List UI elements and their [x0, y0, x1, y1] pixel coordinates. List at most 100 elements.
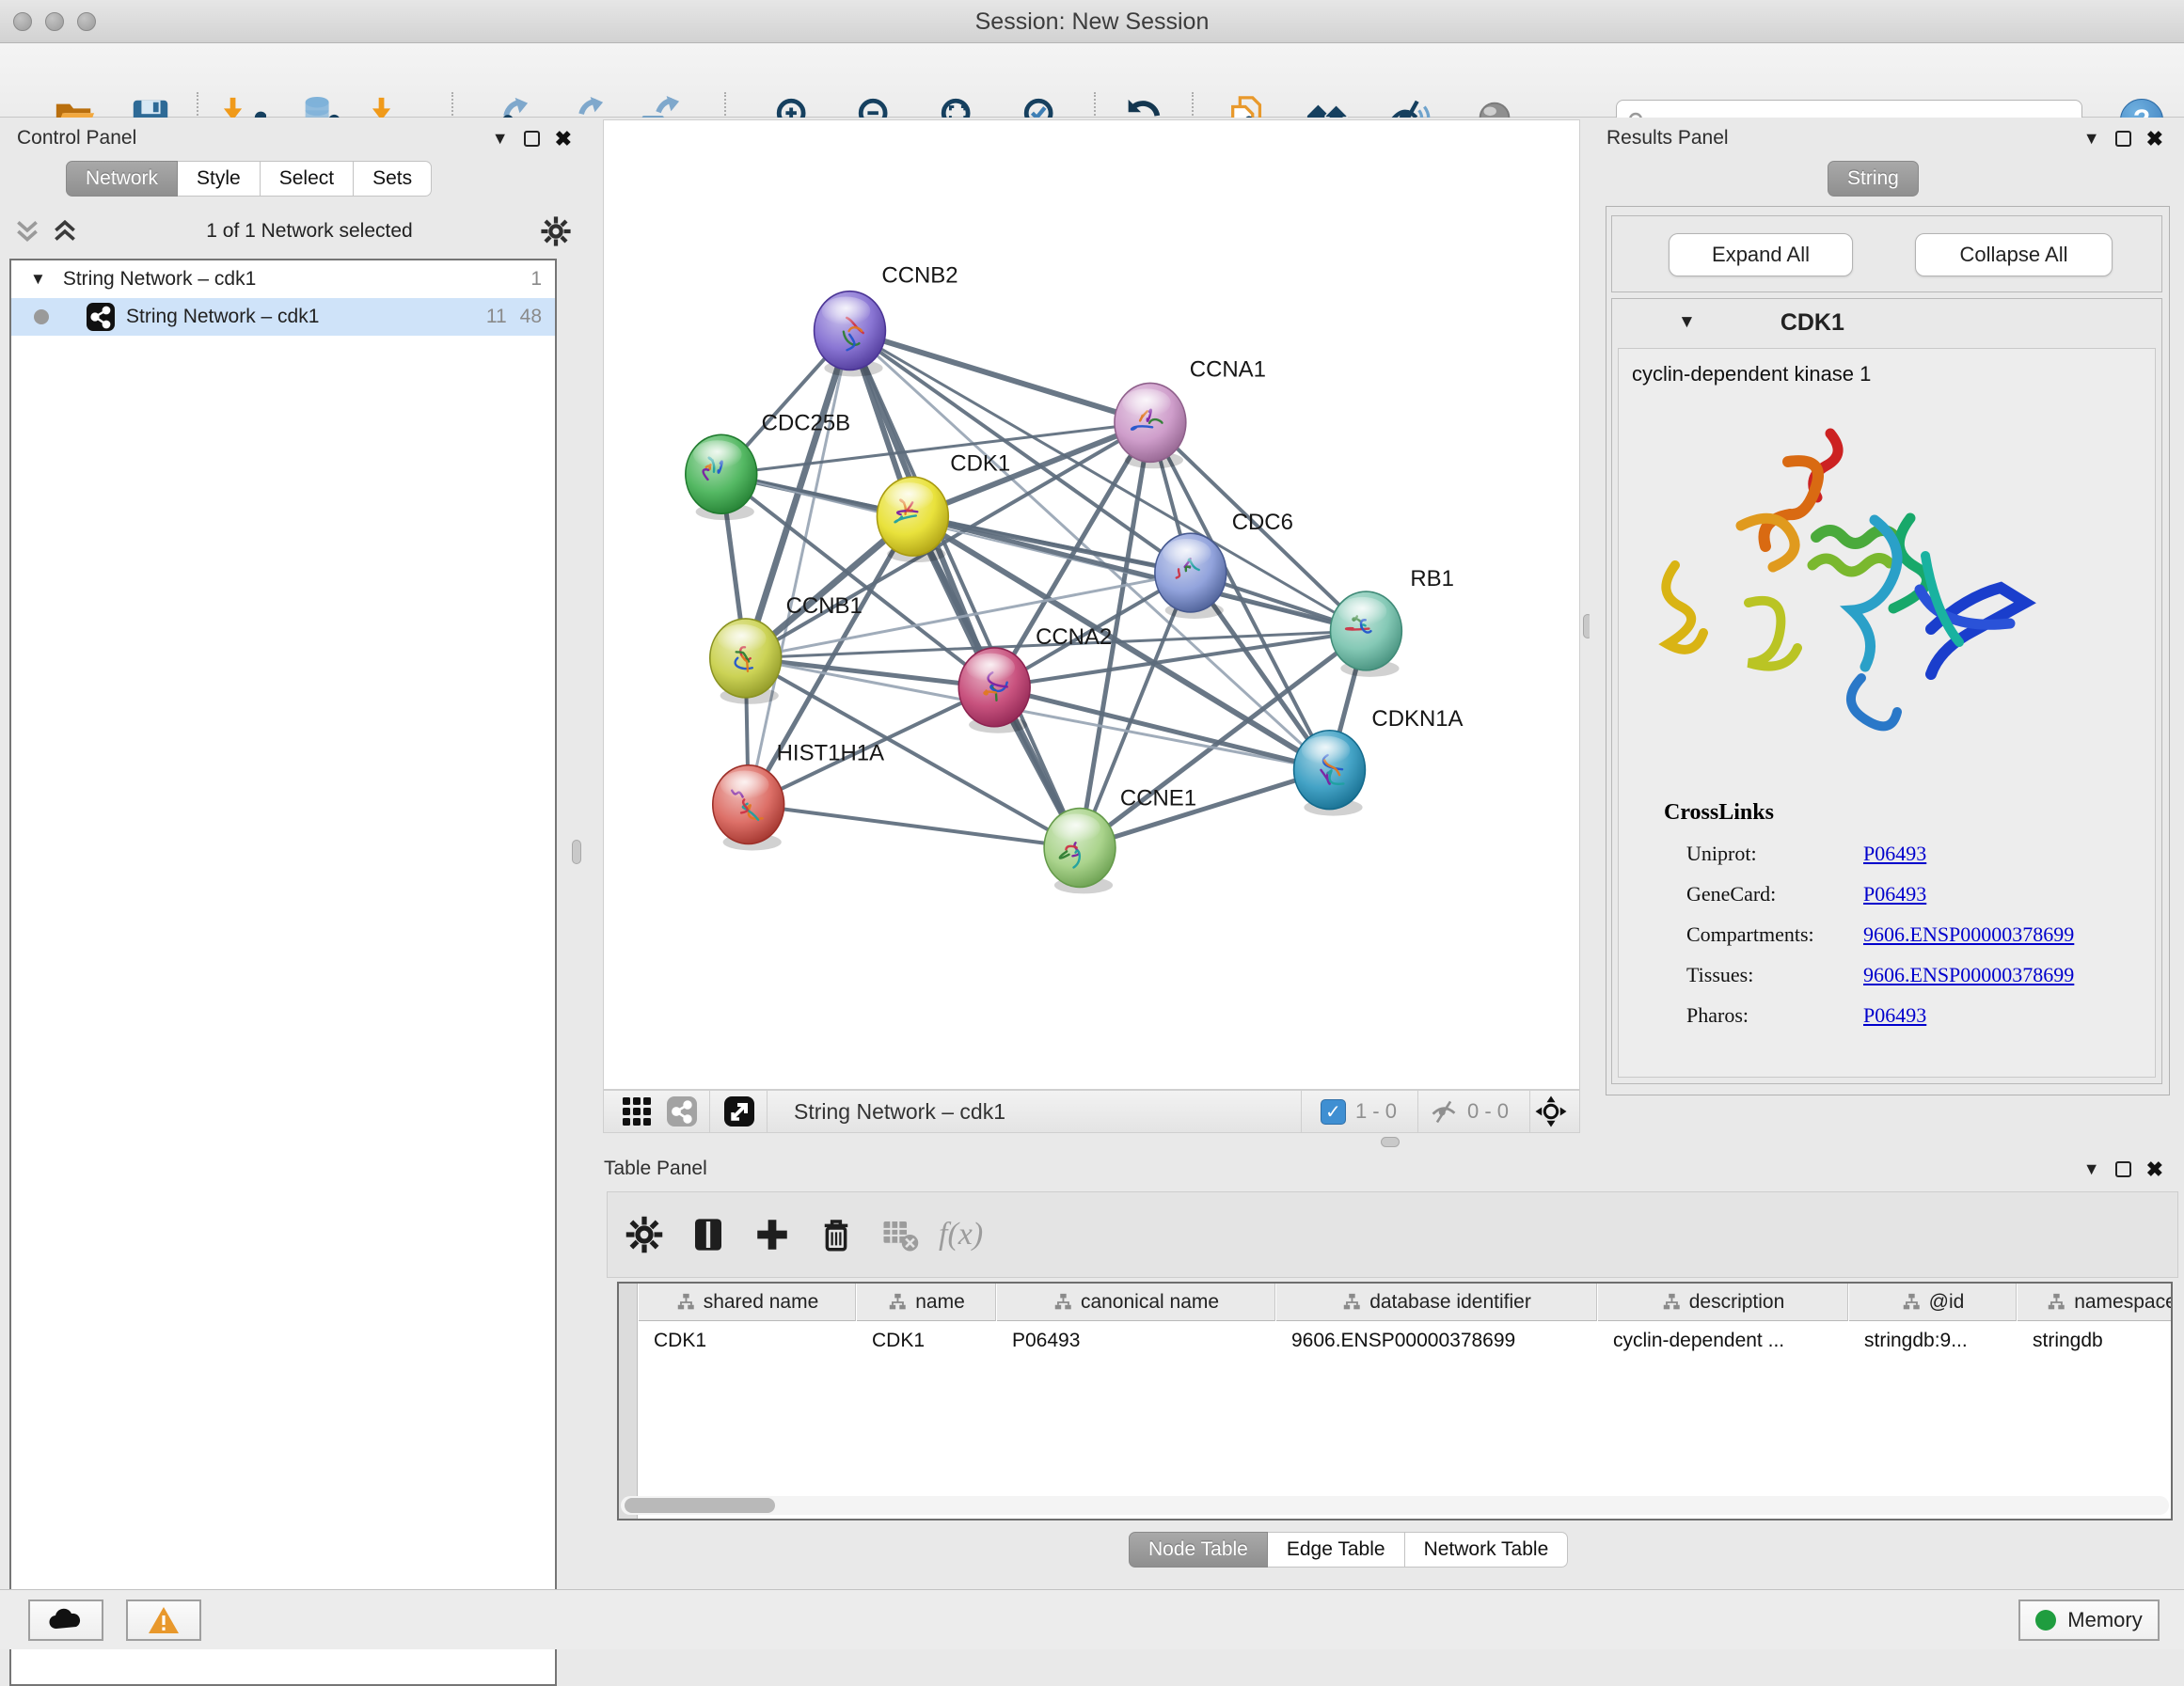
tab-node-table[interactable]: Node Table	[1129, 1532, 1268, 1568]
gear-icon[interactable]	[540, 215, 572, 247]
network-view-title: String Network – cdk1	[794, 1099, 1290, 1125]
column-header-namespace[interactable]: namespace	[2018, 1284, 2173, 1321]
table-panel-tabs: Node Table Edge Table Network Table	[1129, 1532, 1568, 1568]
warnings-button[interactable]	[126, 1599, 201, 1641]
column-header-id[interactable]: @id	[1849, 1284, 2017, 1321]
column-header-sharedname[interactable]: shared name	[639, 1284, 856, 1321]
crosslink-label: Tissues:	[1686, 963, 1863, 987]
column-header-description[interactable]: description	[1598, 1284, 1848, 1321]
tab-sets[interactable]: Sets	[354, 161, 432, 197]
crosslink-row: Pharos:P06493	[1619, 1003, 2155, 1028]
tab-select[interactable]: Select	[261, 161, 354, 197]
node-label-CCNB1: CCNB1	[786, 593, 863, 619]
protein-header-row[interactable]: ▼ CDK1	[1612, 299, 2161, 346]
network-nodes[interactable]: CCNB2CCNA1CDC25BCDK1CDC6RB1CCNB1CCNA2CDK…	[686, 263, 1464, 894]
network-edge-count: 48	[520, 306, 542, 328]
crosslink-link[interactable]: P06493	[1863, 882, 1926, 906]
network-row[interactable]: String Network – cdk1 11 48	[11, 298, 555, 336]
crosslink-link[interactable]: P06493	[1863, 1003, 1926, 1028]
collapse-protein-icon[interactable]: ▼	[1678, 312, 1696, 333]
table-panel-title: Table Panel	[604, 1158, 707, 1180]
birdseye-crosshair-icon[interactable]	[1534, 1095, 1568, 1128]
panel-float-icon[interactable]	[524, 131, 540, 147]
tab-string[interactable]: String	[1828, 161, 1919, 197]
hidden-eye-icon[interactable]	[1430, 1097, 1458, 1126]
expand-all-button[interactable]: Expand All	[1669, 233, 1853, 276]
network-share-icon[interactable]	[666, 1095, 698, 1127]
panel-float-icon[interactable]	[2115, 1161, 2131, 1177]
table-cell[interactable]: CDK1	[648, 1322, 854, 1360]
expand-all-icon[interactable]	[51, 217, 79, 245]
cloud-icon	[47, 1606, 85, 1634]
network-type-icon	[87, 303, 115, 331]
left-splitter-handle[interactable]	[572, 840, 581, 864]
network-node-CDKN1A: CDKN1A	[1294, 706, 1464, 816]
panel-menu-icon[interactable]: ▼	[2083, 129, 2100, 149]
column-header-canonicalname[interactable]: canonical name	[997, 1284, 1275, 1321]
node-label-CDKN1A: CDKN1A	[1371, 706, 1463, 732]
tab-edge-table[interactable]: Edge Table	[1268, 1532, 1405, 1568]
table-toolbar: f(x)	[607, 1191, 2178, 1278]
window-titlebar: Session: New Session	[0, 0, 2184, 43]
table-cell[interactable]: 9606.ENSP00000378699	[1286, 1322, 1595, 1360]
network-collection-row[interactable]: ▼ String Network – cdk1 1	[11, 260, 555, 298]
panel-menu-icon[interactable]: ▼	[2083, 1159, 2100, 1179]
table-cell[interactable]: cyclin-dependent ...	[1607, 1322, 1846, 1360]
column-header-name[interactable]: name	[857, 1284, 996, 1321]
collapse-all-button[interactable]: Collapse All	[1915, 233, 2113, 276]
warning-icon	[147, 1605, 181, 1635]
window-title: Session: New Session	[0, 8, 2184, 36]
table-horizontal-scrollbar[interactable]	[621, 1496, 2169, 1515]
control-panel-title: Control Panel	[17, 127, 136, 150]
control-panel: Control Panel ▼ ✖ Network Style Select S…	[0, 118, 585, 1589]
node-label-CCNB2: CCNB2	[881, 263, 957, 289]
table-settings-gear-icon[interactable]	[625, 1215, 664, 1254]
panel-close-icon[interactable]: ✖	[2146, 1161, 2163, 1177]
status-bar: Memory	[0, 1589, 2184, 1649]
crosslink-link[interactable]: P06493	[1863, 842, 1926, 866]
tab-network[interactable]: Network	[66, 161, 178, 197]
panel-close-icon[interactable]: ✖	[555, 131, 572, 147]
tab-network-table[interactable]: Network Table	[1405, 1532, 1569, 1568]
collection-count: 1	[530, 268, 542, 291]
cloud-status-button[interactable]	[28, 1599, 103, 1641]
protein-description: cyclin-dependent kinase 1	[1632, 362, 1871, 386]
network-edge	[849, 331, 1080, 848]
network-node-HIST1H1A: HIST1H1A	[713, 741, 884, 851]
panel-menu-icon[interactable]: ▼	[492, 129, 509, 149]
node-table[interactable]: shared nameCDK1nameCDK1canonical nameP06…	[617, 1282, 2173, 1521]
show-columns-icon[interactable]	[688, 1215, 728, 1254]
memory-label: Memory	[2067, 1608, 2142, 1632]
tab-style[interactable]: Style	[178, 161, 261, 197]
selected-checkbox-icon[interactable]: ✓	[1321, 1099, 1346, 1125]
add-column-icon[interactable]	[752, 1215, 792, 1254]
crosslink-row: GeneCard:P06493	[1619, 882, 2155, 906]
crosslink-label: GeneCard:	[1686, 882, 1863, 906]
control-panel-tabs: Network Style Select Sets	[66, 161, 432, 197]
collection-expander-icon[interactable]: ▼	[30, 270, 46, 289]
table-panel: Table Panel ▼ ✖ f(x) shared nameCDK1name…	[585, 1150, 2184, 1589]
table-cell[interactable]: stringdb	[2027, 1322, 2173, 1360]
node-label-CCNA2: CCNA2	[1036, 624, 1112, 650]
panel-close-icon[interactable]: ✖	[2146, 131, 2163, 147]
delete-column-trash-icon[interactable]	[816, 1215, 856, 1254]
network-canvas[interactable]: CCNB2CCNA1CDC25BCDK1CDC6RB1CCNB1CCNA2CDK…	[603, 119, 1580, 1090]
column-header-databaseidentifier[interactable]: database identifier	[1276, 1284, 1597, 1321]
table-cell[interactable]: P06493	[1006, 1322, 1274, 1360]
memory-button[interactable]: Memory	[2018, 1599, 2160, 1641]
horizontal-splitter-handle[interactable]	[1381, 1137, 1400, 1147]
table-cell[interactable]: stringdb:9...	[1859, 1322, 2015, 1360]
detach-view-icon[interactable]	[723, 1095, 755, 1127]
network-collection-tree: ▼ String Network – cdk1 1 String Network…	[9, 259, 557, 1686]
network-selection-summary: 1 of 1 Network selected	[79, 220, 540, 243]
panel-float-icon[interactable]	[2115, 131, 2131, 147]
table-cell[interactable]: CDK1	[866, 1322, 994, 1360]
crosslink-link[interactable]: 9606.ENSP00000378699	[1863, 922, 2074, 947]
results-panel-title: Results Panel	[1606, 127, 1729, 150]
delete-table-icon-disabled	[880, 1215, 914, 1254]
crosslink-label: Pharos:	[1686, 1003, 1863, 1028]
crosslink-link[interactable]: 9606.ENSP00000378699	[1863, 963, 2074, 987]
grid-view-icon[interactable]	[621, 1095, 653, 1127]
main-toolbar: ?	[0, 43, 2184, 118]
collapse-all-icon[interactable]	[13, 217, 41, 245]
